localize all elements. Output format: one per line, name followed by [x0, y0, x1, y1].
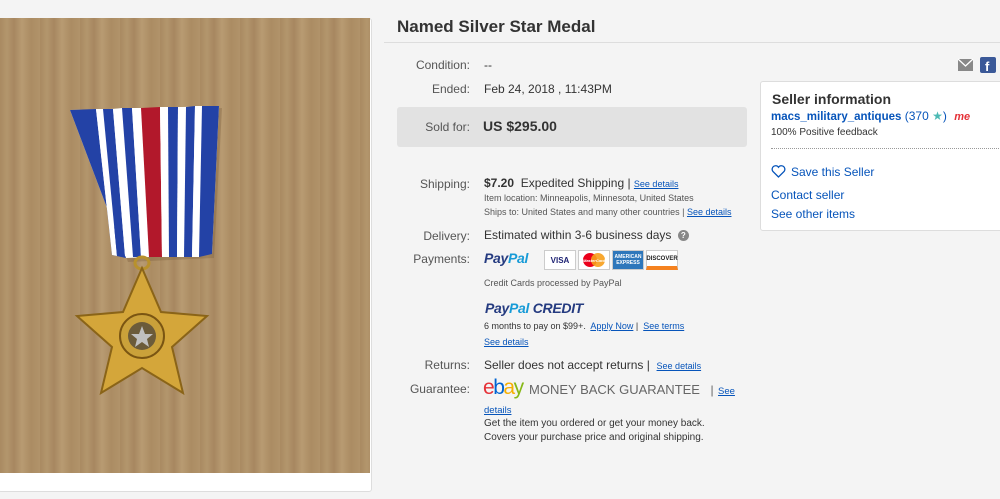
returns-value: Seller does not accept returns |: [484, 358, 650, 372]
guarantee-line-1: Get the item you ordered or get your mon…: [484, 418, 705, 429]
sold-price-box: Sold for: US $295.00: [397, 107, 747, 147]
returns-info: Seller does not accept returns | See det…: [484, 358, 701, 372]
facebook-share-icon[interactable]: f: [980, 57, 996, 74]
ships-to-text: Ships to: United States and many other c…: [484, 207, 685, 217]
ppcredit-pay: Pay: [485, 300, 510, 316]
seller-divider: [771, 148, 1000, 149]
card-logos: VISA MasterCard AMERICAN EXPRESS DISCOVE…: [544, 250, 678, 270]
ppcredit-see-details-link[interactable]: See details: [484, 337, 529, 347]
apply-now-link[interactable]: Apply Now: [590, 321, 633, 331]
paypal-logo: PayPal: [484, 250, 528, 266]
payments-label: Payments:: [413, 252, 470, 266]
ppcredit-credit: CREDIT: [529, 300, 584, 316]
me-badge-icon: me: [954, 111, 971, 123]
cc-note: Credit Cards processed by PayPal: [484, 278, 622, 288]
delivery-value: Estimated within 3-6 business days: [484, 228, 672, 242]
visa-icon: VISA: [544, 250, 576, 270]
ships-see-details-link[interactable]: See details: [687, 207, 732, 217]
mastercard-icon: MasterCard: [578, 250, 610, 270]
discover-icon: DISCOVER: [646, 250, 678, 270]
amex-icon: AMERICAN EXPRESS: [612, 250, 644, 270]
returns-see-details-link[interactable]: See details: [657, 361, 702, 371]
email-share-icon[interactable]: [957, 57, 974, 73]
shipping-method: Expedited Shipping |: [520, 176, 631, 190]
save-seller-label: Save this Seller: [791, 165, 875, 180]
ebay-logo: ebay: [483, 376, 524, 399]
shipping-see-details-link[interactable]: See details: [634, 179, 679, 189]
mbg-details-row: details: [484, 400, 511, 418]
ppcredit-details-row: See details: [484, 337, 529, 347]
see-terms-link[interactable]: See terms: [643, 321, 684, 331]
delivery-info: Estimated within 3-6 business days ?: [484, 228, 689, 242]
ships-to: Ships to: United States and many other c…: [484, 207, 732, 217]
see-other-items-link[interactable]: See other items: [771, 207, 855, 221]
sold-label: Sold for:: [425, 120, 470, 134]
paypal-logo-pal: Pal: [508, 250, 529, 266]
mbg-separator: |: [710, 383, 714, 397]
delivery-label: Delivery:: [423, 229, 470, 243]
seller-name-link[interactable]: macs_military_antiques: [771, 111, 901, 123]
item-location: Item location: Minneapolis, Minnesota, U…: [484, 193, 694, 203]
shipping-info: $7.20 Expedited Shipping | See details: [484, 176, 678, 190]
info-icon[interactable]: ?: [677, 230, 689, 242]
money-back-guarantee: ebay MONEY BACK GUARANTEE | See: [483, 376, 735, 400]
save-seller-link[interactable]: Save this Seller: [771, 165, 874, 181]
svg-text:MasterCard: MasterCard: [583, 258, 606, 263]
ppcredit-terms: 6 months to pay on $99+.: [484, 321, 586, 331]
shipping-label: Shipping:: [419, 177, 470, 191]
heart-icon: [771, 165, 786, 181]
shipping-price: $7.20: [484, 176, 515, 190]
ended-label: Ended:: [431, 82, 470, 96]
mbg-see-link[interactable]: See: [718, 386, 735, 397]
svg-text:f: f: [985, 59, 990, 73]
ended-value: Feb 24, 2018 , 11:43PM: [484, 82, 612, 96]
guarantee-line-2: Covers your purchase price and original …: [484, 432, 704, 443]
guarantee-label: Guarantee:: [409, 382, 470, 396]
condition-value: --: [484, 58, 492, 72]
mbg-text: MONEY BACK GUARANTEE: [529, 382, 700, 397]
positive-feedback: 100% Positive feedback: [771, 127, 878, 138]
returns-label: Returns:: [424, 358, 470, 372]
condition-label: Condition:: [415, 58, 470, 72]
ppcredit-terms-row: 6 months to pay on $99+. Apply Now | See…: [484, 321, 685, 331]
title-divider: [384, 42, 1000, 43]
seller-info-card: Seller information macs_military_antique…: [760, 81, 1000, 231]
mbg-details-link[interactable]: details: [484, 405, 511, 416]
contact-seller-link[interactable]: Contact seller: [771, 188, 844, 202]
seller-score[interactable]: (370: [905, 109, 929, 123]
feedback-star-icon: ★: [932, 109, 943, 123]
sold-price: US $295.00: [483, 118, 557, 134]
ppcredit-pal: Pal: [509, 300, 530, 316]
paypal-credit-logo: PayPal CREDIT: [485, 300, 583, 316]
seller-score-close: ): [942, 109, 947, 123]
paypal-logo-pay: Pay: [484, 250, 509, 266]
item-title: Named Silver Star Medal: [397, 17, 596, 36]
seller-name-row: macs_military_antiques (370 ★) me: [771, 109, 970, 123]
item-photo[interactable]: [0, 18, 370, 473]
seller-heading: Seller information: [772, 91, 892, 107]
